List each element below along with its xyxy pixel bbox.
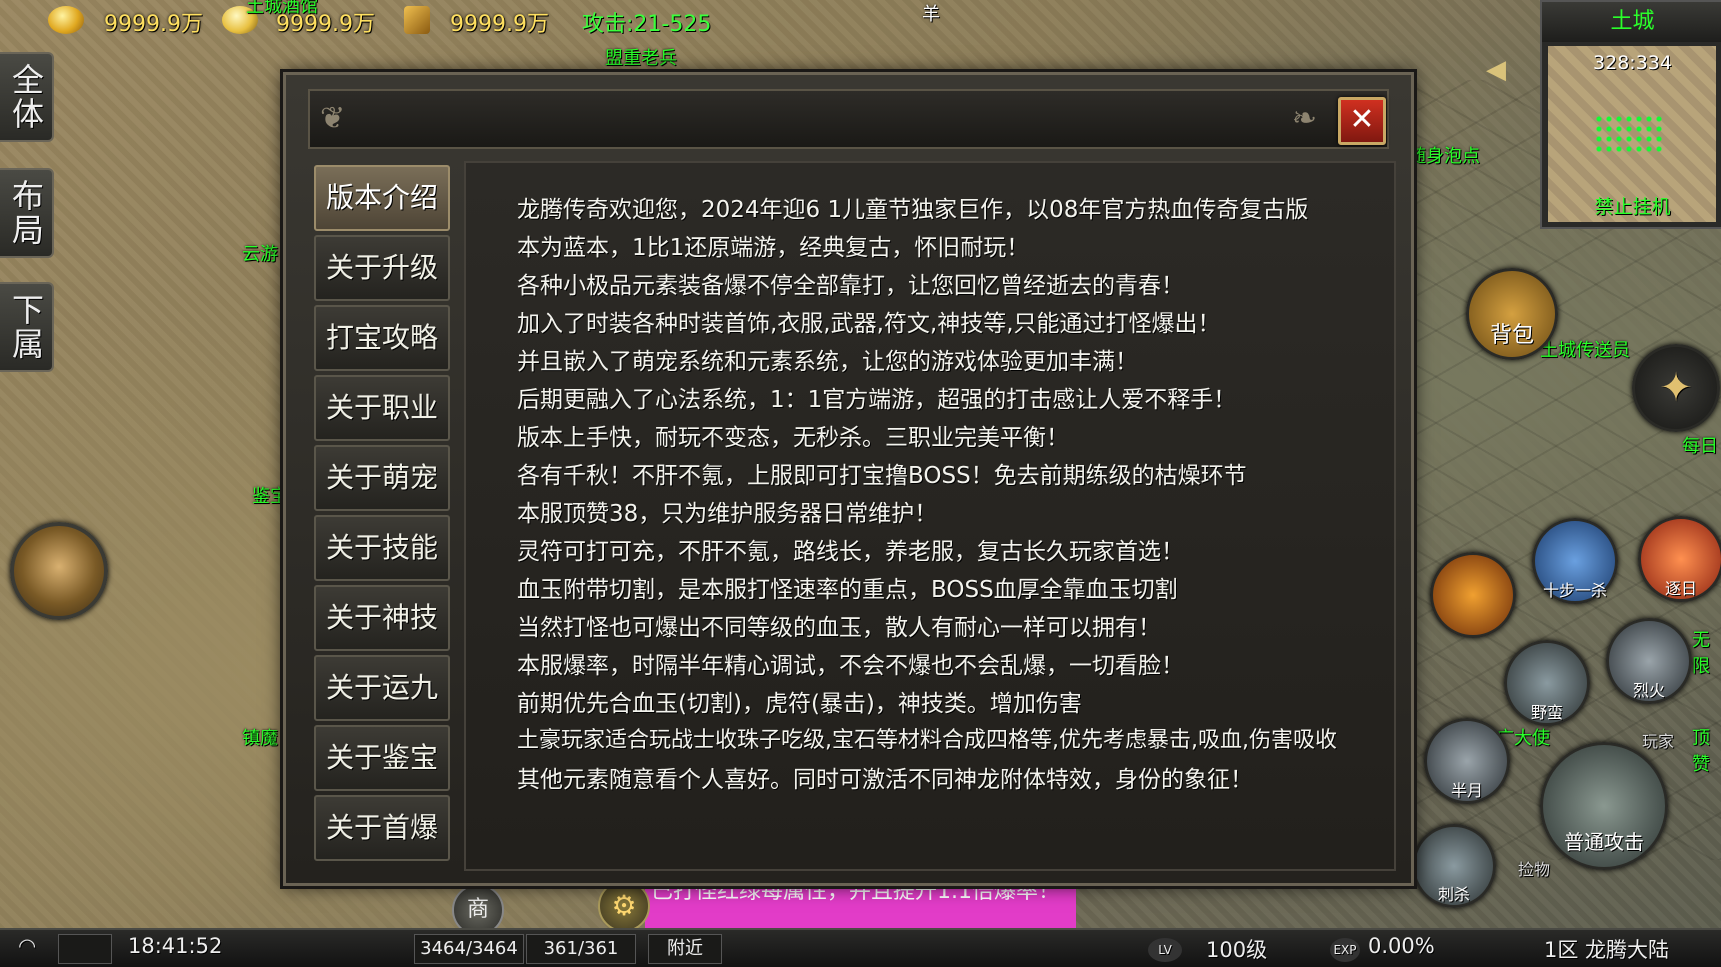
npc-label-daily[interactable]: 每日 bbox=[1682, 432, 1718, 458]
tab-leveling[interactable]: 关于升级 bbox=[314, 235, 450, 301]
level-icon: LV bbox=[1148, 938, 1182, 962]
minimap-markers bbox=[1594, 114, 1664, 154]
intro-line: 前期优先合血玉(切割)，虎符(暴击)，神技类。增加伤害 bbox=[517, 691, 1082, 717]
level-display: 100级 bbox=[1206, 938, 1268, 962]
system-chat-message: 已打怪红绿每属性，并且提升1.1倍爆率！ bbox=[645, 880, 1076, 928]
intro-line: 血玉附带切割，是本服打怪速率的重点，BOSS血厚全靠血玉切割 bbox=[517, 577, 1178, 603]
collapse-arrow-icon[interactable]: ◀ bbox=[1478, 52, 1514, 88]
gold-amount: 9999.9万 bbox=[104, 12, 203, 37]
skill-half-label: 半月 bbox=[1450, 781, 1483, 800]
intro-line: 灵符可打可充，不肝不氪，路线长，养老服，复古长久玩家首选！ bbox=[517, 539, 1184, 565]
tab-luck[interactable]: 关于运九 bbox=[314, 655, 450, 721]
tab-appraisal[interactable]: 关于鉴宝 bbox=[314, 725, 450, 791]
npc-label-cloud[interactable]: 云游 bbox=[242, 240, 278, 266]
tab-skills[interactable]: 关于技能 bbox=[314, 515, 450, 581]
intro-line: 土豪玩家适合玩战士收珠子吃级,宝石等材料合成四格等,优先考虑暴击,吸血,伤害吸收 bbox=[517, 728, 1337, 753]
skill-fire-label: 逐日 bbox=[1664, 579, 1697, 598]
attack-stat: 攻击:21-525 bbox=[582, 12, 712, 37]
bag-label: 背包 bbox=[1489, 323, 1534, 348]
intro-line: 各种小极品元素装备爆不停全部靠打，让您回忆曾经逝去的青春！ bbox=[517, 273, 1184, 299]
minimap-coordinates: 328:334 bbox=[1593, 52, 1672, 74]
intro-line: 龙腾传奇欢迎您，2024年迎6 1儿童节独家巨作，以08年官方热血传奇复古版 bbox=[517, 197, 1309, 223]
tab-classes[interactable]: 关于职业 bbox=[314, 375, 450, 441]
buff-icon[interactable] bbox=[1430, 552, 1516, 638]
intro-line: 版本上手快，耐玩不变态，无秒杀。三职业完美平衡！ bbox=[517, 425, 1069, 451]
npc-label-unlimited[interactable]: 无限 bbox=[1692, 626, 1721, 678]
nearby-chat-tab[interactable]: 附近 bbox=[648, 934, 722, 964]
subordinate-button[interactable]: 下属 bbox=[0, 282, 54, 372]
minimap-footer: 禁止挂机 bbox=[1594, 196, 1671, 218]
dialog-header: ❦ ❧ bbox=[308, 89, 1389, 149]
npc-label-veteran[interactable]: 盟重老兵 bbox=[605, 44, 677, 70]
server-name: 1区 龙腾大陆 bbox=[1544, 938, 1670, 962]
npc-label-bubble[interactable]: 随身泡点 bbox=[1408, 142, 1480, 168]
layout-button[interactable]: 布局 bbox=[0, 168, 54, 258]
points-amount: 9999.9万 bbox=[450, 12, 549, 37]
resource-bar: 9999.9万 9999.9万 9999.9万 攻击:21-525 bbox=[0, 0, 760, 46]
skill-stab[interactable]: 刺杀 bbox=[1412, 824, 1496, 908]
skill-flame[interactable]: 烈火 bbox=[1606, 618, 1692, 704]
npc-label-teleporter[interactable]: 土城传送员 bbox=[1540, 336, 1630, 362]
skill-wild[interactable]: 野蛮 bbox=[1504, 640, 1590, 726]
ornament-right-icon: ❧ bbox=[1291, 101, 1317, 136]
intro-line: 后期更融入了心法系统，1：1官方端游，超强的打击感让人爱不释手！ bbox=[517, 387, 1237, 413]
intro-line: 各有千秋！不肝不氪，上服即可打宝撸BOSS！免去前期练级的枯燥环节 bbox=[517, 463, 1247, 489]
bottom-status-bar bbox=[0, 928, 1721, 967]
tab-pets[interactable]: 关于萌宠 bbox=[314, 445, 450, 511]
npc-label-demon[interactable]: 镇魔 bbox=[242, 724, 278, 750]
clock: 18:41:52 bbox=[128, 934, 223, 958]
skill-half[interactable]: 半月 bbox=[1424, 718, 1510, 804]
npc-label-tavern[interactable]: 土城酒馆 bbox=[246, 0, 318, 18]
normal-attack-button[interactable]: 普通攻击 bbox=[1540, 742, 1668, 870]
exp-icon: EXP bbox=[1330, 938, 1360, 962]
minimap[interactable]: 土城 328:334 禁止挂机 bbox=[1540, 0, 1721, 229]
skill-step-label: 十步一杀 bbox=[1542, 581, 1607, 600]
intro-line: 并且嵌入了萌宠系统和元素系统，让您的游戏体验更加丰满！ bbox=[517, 349, 1138, 375]
exp-display: 0.00% bbox=[1368, 934, 1435, 958]
intro-line: 本为蓝本，1比1还原端游，经典复古，怀旧耐玩！ bbox=[517, 235, 1030, 261]
skill-step[interactable]: 十步一杀 bbox=[1532, 518, 1618, 604]
close-button[interactable]: ✕ bbox=[1338, 97, 1386, 145]
mp-display: 361/361 bbox=[526, 934, 636, 964]
tab-first-drop[interactable]: 关于首爆 bbox=[314, 795, 450, 861]
intro-line: 本服顶赞38，只为维护服务器日常维护！ bbox=[517, 501, 938, 527]
bag-button[interactable]: 背包 bbox=[1466, 268, 1558, 360]
intro-line: 其他元素随意看个人喜好。同时可激活不同神龙附体特效，身份的象征！ bbox=[517, 767, 1253, 793]
tab-version-intro[interactable]: 版本介绍 bbox=[314, 165, 450, 231]
gold-icon bbox=[48, 6, 84, 34]
dialog-tabs: 版本介绍 关于升级 打宝攻略 关于职业 关于萌宠 关于技能 关于神技 关于运九 … bbox=[314, 165, 454, 865]
intro-line: 本服爆率，时隔半年精心调试，不会不爆也不会乱爆，一切看脸！ bbox=[517, 653, 1184, 679]
ornament-left-icon: ❦ bbox=[320, 101, 346, 136]
hp-display: 3464/3464 bbox=[414, 934, 524, 964]
skill-flame-label: 烈火 bbox=[1632, 681, 1665, 700]
minimap-title: 土城 bbox=[1542, 2, 1721, 42]
player-label[interactable]: 玩家 bbox=[1642, 728, 1674, 752]
npc-label-sheep[interactable]: 羊 bbox=[922, 0, 940, 26]
tab-divine-skills[interactable]: 关于神技 bbox=[314, 585, 450, 651]
settings-gear-icon[interactable]: ⚙ bbox=[598, 880, 650, 932]
all-channel-button[interactable]: 全体 bbox=[0, 52, 54, 142]
wifi-icon: ◠ bbox=[18, 934, 37, 958]
skill-stab-label: 刺杀 bbox=[1437, 885, 1470, 904]
pick-label[interactable]: 捡物 bbox=[1518, 856, 1550, 880]
intro-line: 当然打怪也可爆出不同等级的血玉，散人有耐心一样可以拥有！ bbox=[517, 615, 1161, 641]
tab-treasure-guide[interactable]: 打宝攻略 bbox=[314, 305, 450, 371]
npc-label-top[interactable]: 顶赞 bbox=[1692, 724, 1721, 776]
skill-fire[interactable]: 逐日 bbox=[1638, 516, 1721, 602]
normal-attack-label: 普通攻击 bbox=[1564, 830, 1644, 854]
skill-wild-label: 野蛮 bbox=[1530, 703, 1563, 722]
intro-line: 加入了时装各种时装首饰,衣服,武器,符文,神技等,只能通过打怪爆出！ bbox=[517, 311, 1221, 337]
battery-icon bbox=[58, 934, 112, 964]
points-icon bbox=[404, 6, 430, 34]
lion-head-icon[interactable] bbox=[10, 522, 108, 620]
compass-icon[interactable]: ✦ bbox=[1632, 344, 1720, 432]
